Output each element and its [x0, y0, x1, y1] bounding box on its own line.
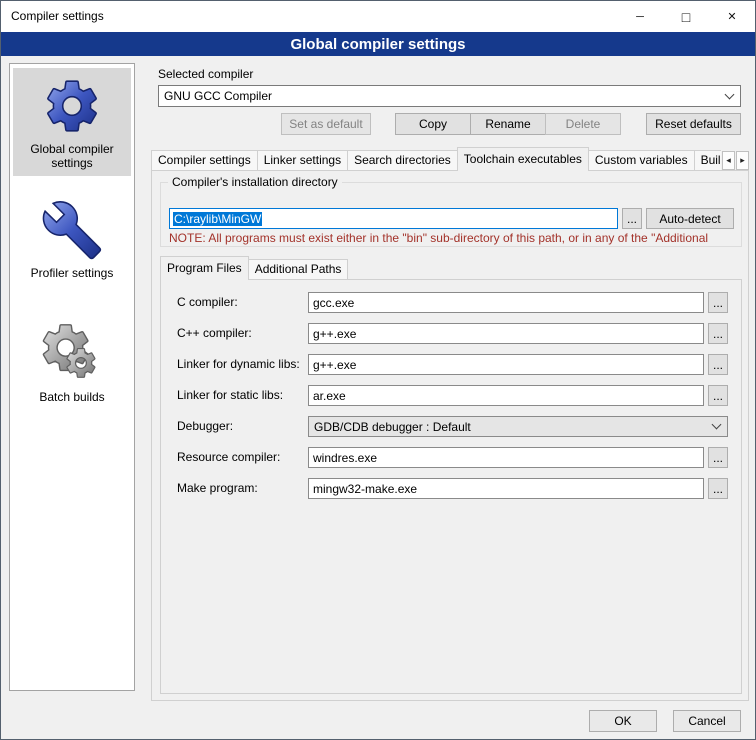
- maximize-icon: □: [682, 9, 690, 25]
- close-button[interactable]: ✕: [709, 1, 755, 32]
- gears-icon: [41, 323, 103, 385]
- delete-button[interactable]: Delete: [545, 113, 621, 135]
- field-label: Resource compiler:: [177, 447, 280, 468]
- rename-button[interactable]: Rename: [470, 113, 546, 135]
- titlebar[interactable]: Compiler settings ─ □ ✕: [1, 1, 755, 32]
- resource-compiler-input[interactable]: [308, 447, 704, 468]
- browse-button[interactable]: ...: [708, 292, 728, 313]
- arrow-right-icon: ▸: [740, 155, 745, 166]
- category-sidebar: Global compiler settings Profiler settin…: [9, 63, 135, 691]
- field-row-cpp-compiler: C++ compiler: ...: [161, 323, 743, 344]
- subtab-additional-paths[interactable]: Additional Paths: [248, 259, 349, 279]
- chevron-down-icon: [712, 420, 722, 430]
- program-files-panel: C compiler: ... C++ compiler: ... Linker…: [160, 279, 742, 694]
- field-row-static-linker: Linker for static libs: ...: [161, 385, 743, 406]
- browse-button[interactable]: ...: [708, 354, 728, 375]
- field-label: Linker for dynamic libs:: [177, 354, 300, 375]
- subtab-program-files[interactable]: Program Files: [160, 256, 249, 280]
- toolchain-executables-panel: Compiler's installation directory C:\ray…: [151, 170, 749, 701]
- field-label: C++ compiler:: [177, 323, 252, 344]
- cpp-compiler-input[interactable]: [308, 323, 704, 344]
- browse-button[interactable]: ...: [708, 447, 728, 468]
- selected-compiler-value: GNU GCC Compiler: [164, 89, 272, 103]
- set-as-default-button[interactable]: Set as default: [281, 113, 371, 135]
- sidebar-item-global-compiler-settings[interactable]: Global compiler settings: [13, 68, 131, 176]
- field-row-dynamic-linker: Linker for dynamic libs: ...: [161, 354, 743, 375]
- wrench-icon: [41, 199, 103, 261]
- browse-directory-button[interactable]: ...: [622, 208, 642, 229]
- tab-compiler-settings[interactable]: Compiler settings: [151, 150, 258, 170]
- sidebar-item-profiler-settings[interactable]: Profiler settings: [13, 192, 131, 286]
- sidebar-item-label: Batch builds: [39, 390, 104, 404]
- tab-search-directories[interactable]: Search directories: [347, 150, 458, 170]
- program-subtabs: Program Files Additional Paths: [160, 256, 347, 280]
- window-controls: ─ □ ✕: [617, 1, 755, 32]
- tab-scrollers: ◂ ▸: [721, 151, 749, 170]
- tab-toolchain-executables[interactable]: Toolchain executables: [457, 147, 589, 171]
- gear-icon: [41, 75, 103, 137]
- settings-tabbar: Compiler settings Linker settings Search…: [151, 147, 721, 171]
- installation-directory-groupbox: Compiler's installation directory C:\ray…: [160, 182, 742, 247]
- field-label: Debugger:: [177, 416, 233, 437]
- maximize-button[interactable]: □: [663, 1, 709, 32]
- tab-custom-variables[interactable]: Custom variables: [588, 150, 695, 170]
- installation-directory-input[interactable]: C:\raylib\MinGW: [169, 208, 618, 229]
- selected-compiler-dropdown[interactable]: GNU GCC Compiler: [158, 85, 741, 107]
- compiler-settings-window: Compiler settings ─ □ ✕ Global compiler …: [0, 0, 756, 740]
- sidebar-item-label: Global compiler settings: [15, 142, 129, 170]
- field-row-make-program: Make program: ...: [161, 478, 743, 499]
- field-label: Linker for static libs:: [177, 385, 283, 406]
- tab-scroll-right-button[interactable]: ▸: [736, 151, 749, 170]
- arrow-left-icon: ◂: [726, 155, 731, 166]
- dialog-header: Global compiler settings: [1, 32, 755, 56]
- field-row-resource-compiler: Resource compiler: ...: [161, 447, 743, 468]
- debugger-value: GDB/CDB debugger : Default: [314, 420, 471, 434]
- debugger-dropdown[interactable]: GDB/CDB debugger : Default: [308, 416, 728, 437]
- cancel-button[interactable]: Cancel: [673, 710, 741, 732]
- copy-button[interactable]: Copy: [395, 113, 471, 135]
- minimize-icon: ─: [636, 11, 644, 23]
- static-linker-input[interactable]: [308, 385, 704, 406]
- c-compiler-input[interactable]: [308, 292, 704, 313]
- browse-button[interactable]: ...: [708, 478, 728, 499]
- sidebar-item-batch-builds[interactable]: Batch builds: [13, 316, 131, 410]
- field-row-debugger: Debugger: GDB/CDB debugger : Default: [161, 416, 743, 437]
- reset-defaults-button[interactable]: Reset defaults: [646, 113, 741, 135]
- window-title: Compiler settings: [11, 9, 104, 23]
- selected-compiler-label: Selected compiler: [158, 67, 253, 81]
- installation-note: NOTE: All programs must exist either in …: [169, 231, 735, 245]
- dialog-header-title: Global compiler settings: [290, 36, 465, 53]
- minimize-button[interactable]: ─: [617, 1, 663, 32]
- field-label: C compiler:: [177, 292, 238, 313]
- tab-linker-settings[interactable]: Linker settings: [257, 150, 348, 170]
- browse-button[interactable]: ...: [708, 323, 728, 344]
- auto-detect-button[interactable]: Auto-detect: [646, 208, 734, 229]
- field-row-c-compiler: C compiler: ...: [161, 292, 743, 313]
- make-program-input[interactable]: [308, 478, 704, 499]
- tab-build-options[interactable]: Build options: [694, 150, 721, 170]
- dynamic-linker-input[interactable]: [308, 354, 704, 375]
- field-label: Make program:: [177, 478, 258, 499]
- chevron-down-icon: [725, 89, 735, 99]
- groupbox-title: Compiler's installation directory: [168, 175, 342, 189]
- tab-scroll-left-button[interactable]: ◂: [722, 151, 735, 170]
- browse-button[interactable]: ...: [708, 385, 728, 406]
- ok-button[interactable]: OK: [589, 710, 657, 732]
- installation-directory-value: C:\raylib\MinGW: [173, 212, 262, 226]
- sidebar-item-label: Profiler settings: [31, 266, 114, 280]
- close-icon: ✕: [727, 10, 736, 23]
